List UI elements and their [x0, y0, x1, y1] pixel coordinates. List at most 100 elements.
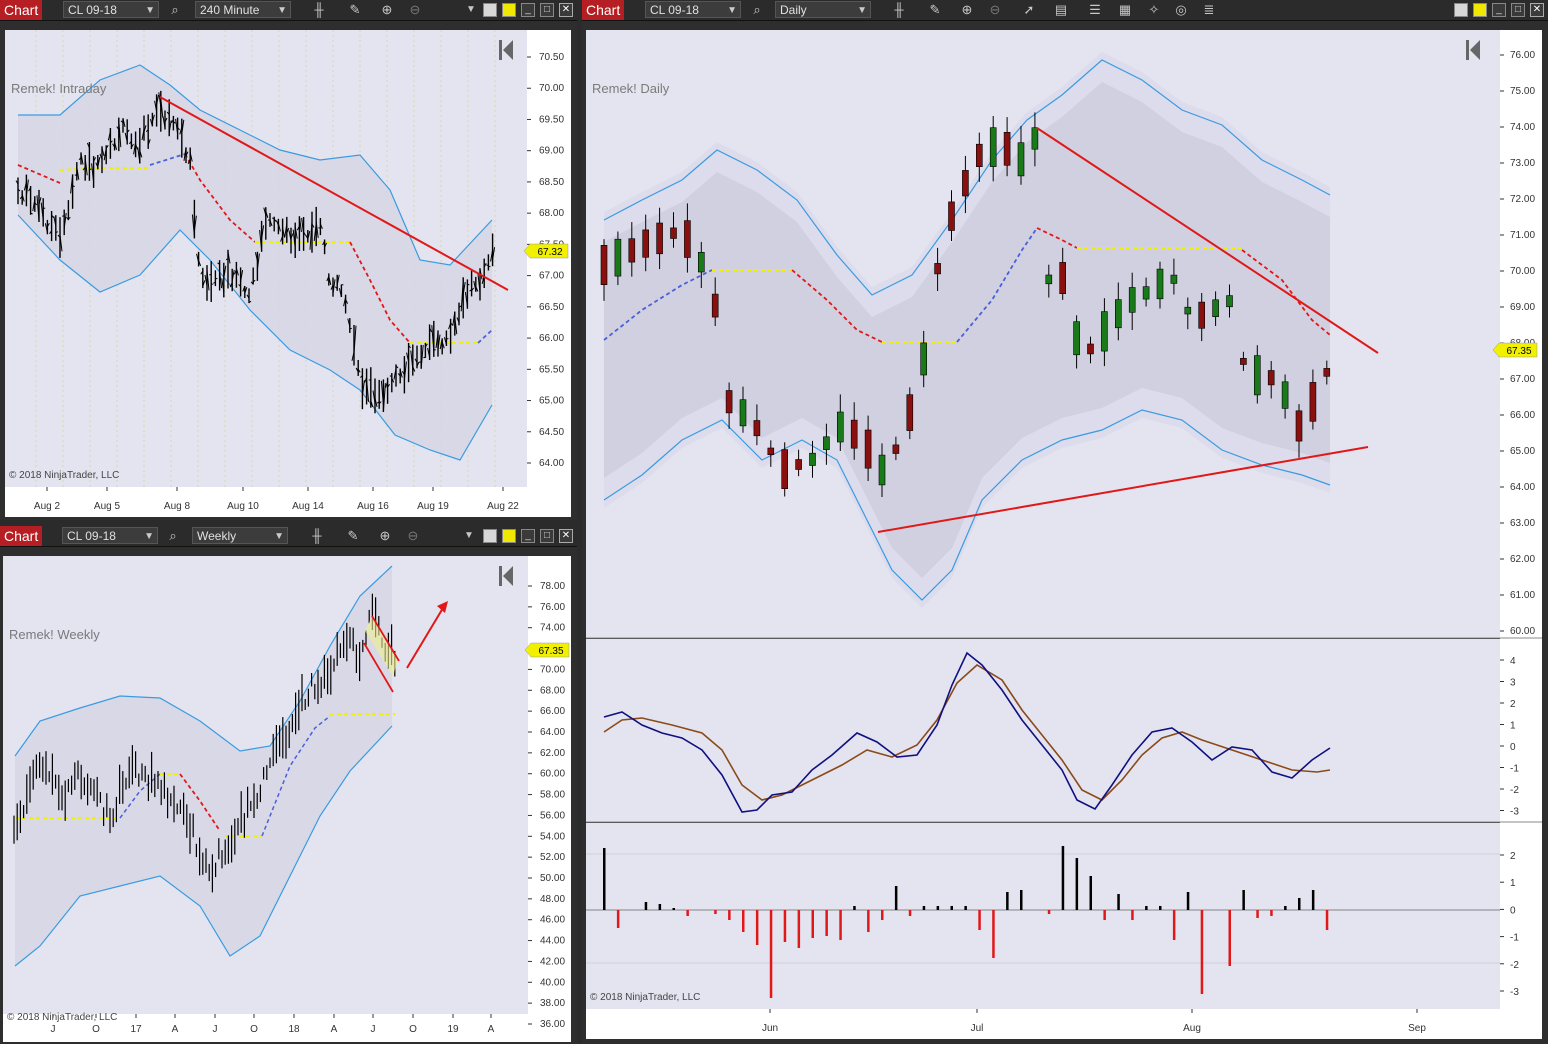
time-tick-label: Aug 22: [487, 501, 519, 512]
pencil-icon[interactable]: ✎: [346, 0, 364, 20]
instrument-selector[interactable]: CL 09-18 ▼: [645, 1, 741, 18]
time-tick-label: Jul: [971, 1023, 984, 1034]
zoom-out-icon[interactable]: ⊖: [986, 0, 1004, 20]
candle-bear: [684, 220, 691, 258]
price-tick-label: 76.00: [1510, 50, 1535, 61]
daily-chart[interactable]: 76.00 75.00 74.00 73.00 72.00 71.00 70.00 69.00…: [582, 20, 1548, 1044]
close-icon[interactable]: ✕: [559, 3, 573, 17]
price-tick-label: 78.00: [540, 581, 565, 592]
histogram-bar: [1325, 910, 1329, 930]
pencil-icon[interactable]: ✎: [926, 0, 944, 20]
dropdown-arrow-icon[interactable]: ▼: [462, 0, 480, 20]
price-tick-label: 62.00: [540, 748, 565, 759]
maximize-icon[interactable]: □: [540, 3, 554, 17]
minimize-icon[interactable]: _: [521, 3, 535, 17]
window-color-icon[interactable]: [483, 529, 497, 543]
interval-selector[interactable]: 240 Minute ▼: [195, 1, 291, 18]
price-tick-label: 54.00: [540, 831, 565, 842]
search-icon[interactable]: ⌕: [164, 526, 182, 546]
ohlc-close: [467, 283, 470, 286]
histogram-bar: [1089, 876, 1092, 910]
chart-tab-label[interactable]: Chart: [0, 0, 43, 20]
interval-selector[interactable]: Daily ▼: [775, 1, 871, 18]
candle-bear: [1309, 382, 1317, 422]
bar-type-icon[interactable]: ╫: [890, 0, 908, 20]
candle-bull: [698, 252, 705, 273]
minimize-icon[interactable]: _: [521, 529, 535, 543]
instrument-selector[interactable]: CL 09-18 ▼: [62, 527, 158, 544]
histogram-bar: [964, 906, 967, 910]
close-icon[interactable]: ✕: [1530, 3, 1544, 17]
zoom-out-icon[interactable]: ⊖: [406, 0, 424, 20]
candle-bull: [1226, 295, 1233, 308]
histogram-bar: [1075, 858, 1079, 910]
interval-selector[interactable]: Weekly ▼: [192, 527, 288, 544]
price-tick-label: 65.00: [1510, 446, 1535, 457]
maximize-icon[interactable]: □: [540, 529, 554, 543]
histogram-bar: [811, 910, 814, 938]
search-icon[interactable]: ⌕: [166, 0, 184, 20]
candle-bull: [1128, 287, 1136, 313]
candle-bull: [809, 452, 816, 466]
link-color-icon[interactable]: [1473, 3, 1487, 17]
search-icon[interactable]: ⌕: [748, 0, 766, 20]
chart-tab-label[interactable]: Chart: [0, 526, 43, 546]
jump-to-start-icon: [499, 566, 502, 586]
price-tick-label: 60.00: [540, 769, 565, 780]
candle-bear: [1323, 368, 1331, 377]
strategies-icon[interactable]: ▦: [1116, 0, 1134, 20]
histogram-bar: [853, 906, 856, 910]
intraday-chart[interactable]: 70.5070.0069.5069.0068.5068.0067.5067.00…: [0, 20, 577, 520]
list-icon[interactable]: ≣: [1200, 0, 1218, 20]
jump-to-start-icon: [1466, 40, 1469, 60]
window-color-icon[interactable]: [1454, 3, 1468, 17]
chevron-down-icon: ▼: [144, 531, 154, 542]
hist-tick-label: 1: [1510, 878, 1516, 889]
data-box-icon[interactable]: ▤: [1052, 0, 1070, 20]
pointer-icon[interactable]: ➚: [1020, 0, 1038, 20]
candle-bear: [864, 429, 872, 469]
price-tick-label: 76.00: [540, 602, 565, 613]
price-tick-label: 70.00: [540, 664, 565, 675]
copyright-label: © 2018 NinjaTrader, LLC: [7, 1012, 117, 1023]
histogram-bar: [1103, 910, 1106, 920]
histogram-bar: [908, 910, 912, 916]
dropdown-arrow-icon[interactable]: ▼: [460, 526, 478, 546]
indicators-icon[interactable]: ☰: [1086, 0, 1104, 20]
zoom-out-icon[interactable]: ⊖: [404, 526, 422, 546]
time-tick-label: J: [213, 1024, 218, 1035]
close-icon[interactable]: ✕: [559, 529, 573, 543]
histogram-bar: [1298, 898, 1301, 910]
zoom-in-icon[interactable]: ⊕: [376, 526, 394, 546]
chevron-down-icon: ▼: [857, 5, 867, 16]
weekly-chart-window: Chart CL 09-18 ▼ ⌕ Weekly ▼ ╫ ✎ ⊕ ⊖ ▼ _ □ …: [0, 526, 577, 1044]
candle-bear: [642, 229, 650, 258]
histogram-bar: [1242, 890, 1245, 910]
zoom-in-icon[interactable]: ⊕: [378, 0, 396, 20]
price-tick-label: 46.00: [540, 915, 565, 926]
zoom-in-icon[interactable]: ⊕: [958, 0, 976, 20]
link-color-icon[interactable]: [502, 529, 516, 543]
time-tick-label: 19: [447, 1024, 459, 1035]
candle-bull: [1253, 355, 1261, 396]
price-axis: [527, 30, 571, 487]
histogram-bar: [867, 910, 870, 932]
price-marker-label: 67.32: [537, 247, 562, 258]
bar-type-icon[interactable]: ╫: [310, 0, 328, 20]
osc-tick-label: 4: [1510, 656, 1516, 667]
chart-tab-label[interactable]: Chart: [582, 0, 625, 20]
instrument-selector[interactable]: CL 09-18 ▼: [63, 1, 159, 18]
histogram-bar: [755, 910, 759, 945]
window-color-icon[interactable]: [483, 3, 497, 17]
reload-icon[interactable]: ◎: [1172, 0, 1190, 20]
minimize-icon[interactable]: _: [1492, 3, 1506, 17]
price-tick-label: 52.00: [540, 852, 565, 863]
pencil-icon[interactable]: ✎: [344, 526, 362, 546]
bar-type-icon[interactable]: ╫: [308, 526, 326, 546]
maximize-icon[interactable]: □: [1511, 3, 1525, 17]
drawing-tools-icon[interactable]: ✧: [1145, 0, 1163, 20]
weekly-chart[interactable]: 78.0076.0074.0072.0070.0068.0066.0064.00…: [0, 546, 577, 1044]
link-color-icon[interactable]: [502, 3, 516, 17]
candle-bull: [1101, 311, 1108, 352]
price-tick-label: 75.00: [1510, 86, 1535, 97]
